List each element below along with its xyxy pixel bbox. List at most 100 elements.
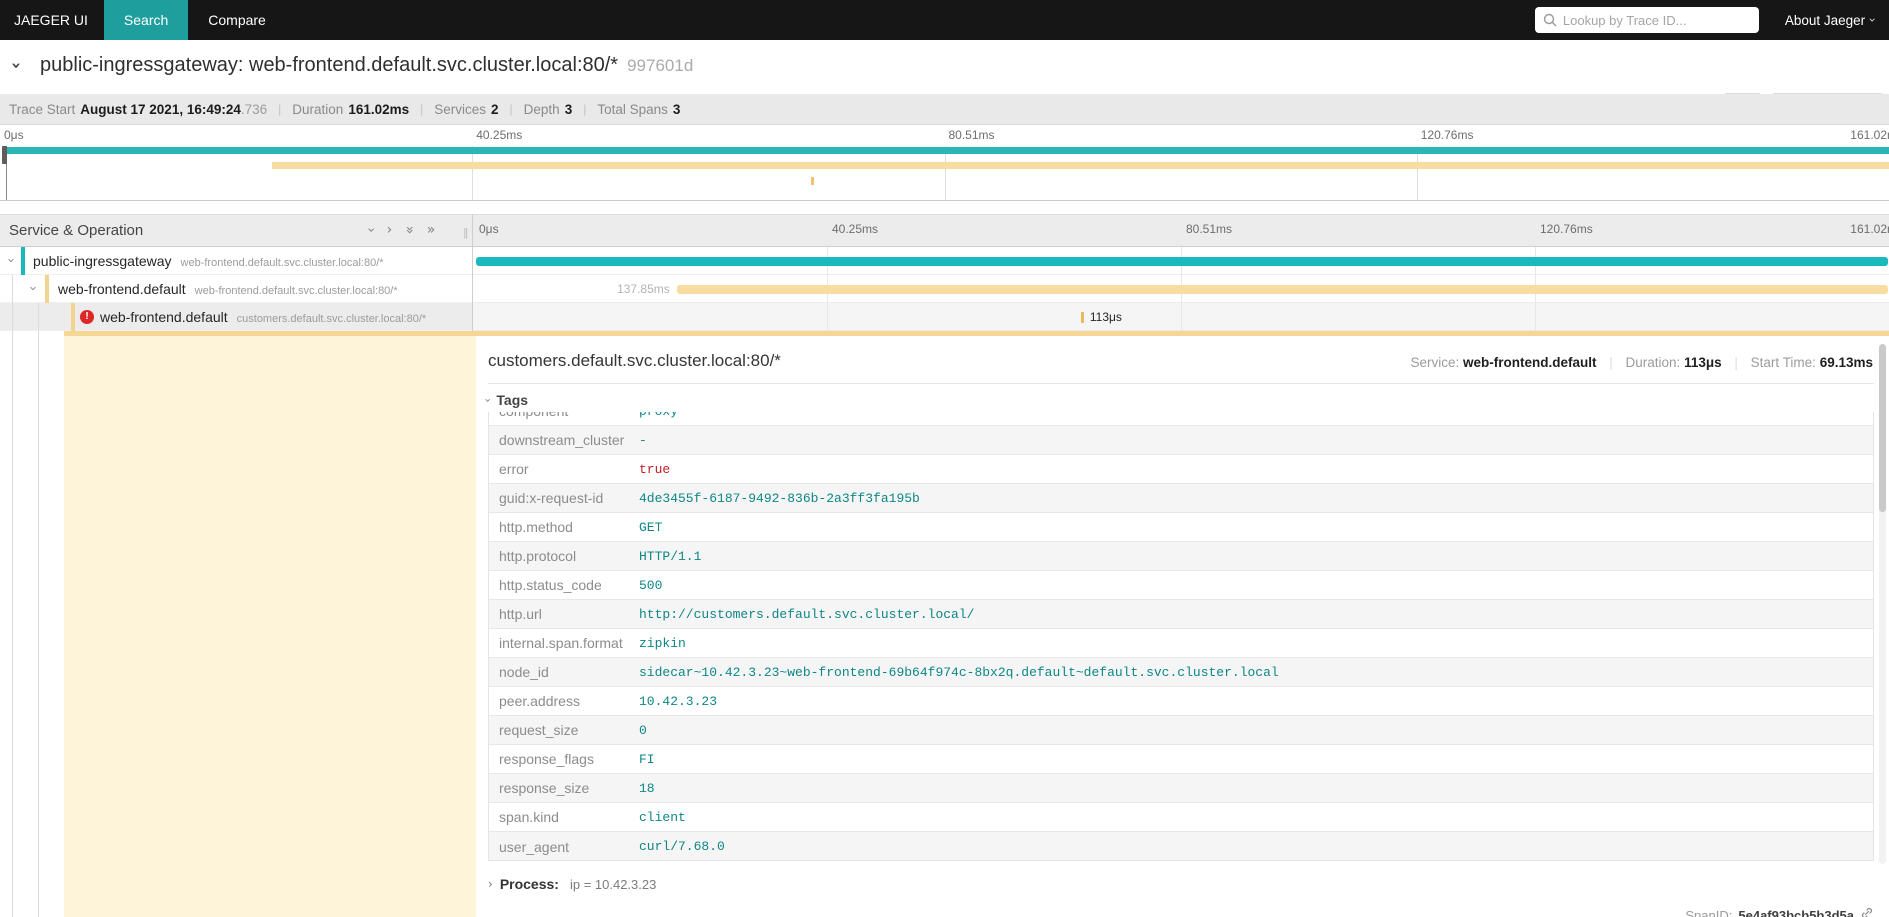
tag-value: client bbox=[639, 810, 686, 825]
tag-key: request_size bbox=[489, 722, 639, 738]
tag-value: - bbox=[639, 433, 647, 448]
span-row-web-frontend[interactable]: › web-frontend.defaultweb-frontend.defau… bbox=[0, 275, 1889, 303]
span-timeline-cell[interactable] bbox=[473, 247, 1889, 275]
tag-row: request_size0 bbox=[489, 716, 1873, 745]
span-row-web-frontend-customers[interactable]: ! web-frontend.defaultcustomers.default.… bbox=[0, 303, 1889, 331]
nav-tab-compare[interactable]: Compare bbox=[188, 0, 286, 40]
operation-name: web-frontend.default.svc.cluster.local:8… bbox=[195, 285, 398, 297]
span-bar[interactable] bbox=[677, 285, 1888, 294]
tag-row: span.kindclient bbox=[489, 803, 1873, 832]
services-value: 2 bbox=[491, 102, 499, 117]
tag-key: peer.address bbox=[489, 693, 639, 709]
tag-key: response_flags bbox=[489, 751, 639, 767]
start-time-value: 69.13ms bbox=[1820, 355, 1873, 370]
collapse-all-icon[interactable]: » bbox=[403, 226, 417, 235]
tick-label: 40.25ms bbox=[832, 222, 878, 236]
minimap-gridline bbox=[472, 146, 473, 200]
process-value: ip = 10.42.3.23 bbox=[570, 877, 656, 892]
tag-value: curl/7.68.0 bbox=[639, 839, 725, 854]
tick-label: 161.02ms bbox=[1850, 222, 1889, 236]
collapse-one-icon[interactable]: › bbox=[364, 227, 378, 233]
span-bar[interactable] bbox=[476, 257, 1888, 266]
tag-row: downstream_cluster- bbox=[489, 426, 1873, 455]
tag-row: response_flagsFI bbox=[489, 745, 1873, 774]
detail-scrollbar-thumb[interactable] bbox=[1879, 344, 1886, 512]
process-section-toggle[interactable]: › Process: ip = 10.42.3.23 bbox=[488, 876, 656, 892]
minimap-span-web-frontend bbox=[272, 162, 1889, 169]
minimap-scrubber-handle[interactable] bbox=[2, 146, 7, 164]
collapse-children-icon[interactable]: › bbox=[26, 286, 39, 291]
tag-row: componentproxy bbox=[489, 412, 1873, 426]
trace-title: public-ingressgateway: web-frontend.defa… bbox=[40, 54, 693, 77]
span-id-label: SpanID: bbox=[1685, 908, 1732, 917]
top-navbar: JAEGER UI Search Compare About Jaeger › bbox=[0, 0, 1889, 40]
tag-value: zipkin bbox=[639, 636, 686, 651]
trace-id: 997601d bbox=[627, 56, 693, 75]
error-icon: ! bbox=[80, 310, 94, 324]
minimap-gridline bbox=[945, 146, 946, 200]
tick-label: 161.02ms bbox=[1850, 128, 1889, 142]
detail-divider bbox=[488, 383, 1874, 384]
tag-key: internal.span.format bbox=[489, 635, 639, 651]
tag-key: http.status_code bbox=[489, 577, 639, 593]
expand-one-icon[interactable]: › bbox=[387, 223, 393, 237]
detail-scrollbar[interactable] bbox=[1879, 344, 1886, 864]
service-name: web-frontend.defaultcustomers.default.sv… bbox=[100, 309, 426, 325]
minimap-span-customers-call bbox=[811, 177, 814, 185]
trace-minimap[interactable]: 0μs 40.25ms 80.51ms 120.76ms 161.02ms bbox=[0, 125, 1889, 202]
search-icon bbox=[1543, 13, 1557, 32]
timeline-gridline bbox=[1535, 303, 1536, 330]
span-timeline-cell[interactable]: 113μs bbox=[473, 303, 1889, 331]
panel-resize-grip[interactable]: ‖ bbox=[463, 227, 469, 238]
tags-table-viewport[interactable]: componentproxy downstream_cluster- error… bbox=[488, 412, 1874, 861]
tag-value: GET bbox=[639, 520, 662, 535]
tag-value-error: true bbox=[639, 462, 670, 477]
operation-name: web-frontend.default.svc.cluster.local:8… bbox=[181, 257, 384, 269]
service-color-accent bbox=[71, 303, 75, 331]
jaeger-trace-page: JAEGER UI Search Compare About Jaeger › … bbox=[0, 0, 1889, 917]
collapse-children-icon[interactable]: › bbox=[4, 258, 17, 263]
tags-section-toggle[interactable]: › Tags bbox=[486, 392, 528, 408]
tree-indent-guide bbox=[12, 275, 13, 917]
expand-all-icon[interactable]: » bbox=[427, 223, 436, 237]
nav-tab-search[interactable]: Search bbox=[104, 0, 188, 40]
tag-key: guid:x-request-id bbox=[489, 490, 639, 506]
tag-key: http.url bbox=[489, 606, 639, 622]
separator: | bbox=[510, 102, 513, 116]
depth-label: Depth bbox=[524, 102, 560, 117]
span-detail-stats: Service: web-frontend.default | Duration… bbox=[1410, 355, 1873, 370]
span-bar[interactable] bbox=[1081, 312, 1084, 323]
trace-lookup-input[interactable] bbox=[1535, 7, 1759, 33]
span-duration-label: 113μs bbox=[1090, 310, 1122, 324]
tick-label: 80.51ms bbox=[1186, 222, 1232, 236]
tag-row: user_agentcurl/7.68.0 bbox=[489, 832, 1873, 861]
duration-label: Duration bbox=[292, 102, 343, 117]
tag-value: 18 bbox=[639, 781, 655, 796]
separator: | bbox=[278, 102, 281, 116]
minimap-canvas[interactable] bbox=[0, 146, 1889, 201]
span-timeline-cell[interactable]: 137.85ms bbox=[473, 275, 1889, 303]
tag-row: http.urlhttp://customers.default.svc.clu… bbox=[489, 600, 1873, 629]
span-tree-cell[interactable]: ! web-frontend.defaultcustomers.default.… bbox=[0, 303, 472, 331]
tag-key: node_id bbox=[489, 664, 639, 680]
duration-value: 113μs bbox=[1684, 355, 1722, 370]
about-jaeger-menu[interactable]: About Jaeger › bbox=[1785, 13, 1875, 28]
tag-key: downstream_cluster bbox=[489, 432, 639, 448]
link-icon[interactable] bbox=[1860, 906, 1874, 917]
span-detail-title: customers.default.svc.cluster.local:80/* bbox=[488, 351, 781, 371]
tag-key: http.method bbox=[489, 519, 639, 535]
tag-key: user_agent bbox=[489, 839, 639, 855]
total-spans-label: Total Spans bbox=[597, 102, 668, 117]
service-color-accent bbox=[21, 247, 25, 275]
tree-indent-guide bbox=[38, 303, 39, 917]
service-color-accent bbox=[45, 275, 49, 303]
span-tree-cell[interactable]: › public-ingressgatewayweb-frontend.defa… bbox=[0, 247, 472, 275]
tag-row: guid:x-request-id4de3455f-6187-9492-836b… bbox=[489, 484, 1873, 513]
span-tree-cell[interactable]: › web-frontend.defaultweb-frontend.defau… bbox=[0, 275, 472, 303]
tag-row: http.protocolHTTP/1.1 bbox=[489, 542, 1873, 571]
about-jaeger-label: About Jaeger bbox=[1785, 13, 1865, 28]
brand-jaeger-ui[interactable]: JAEGER UI bbox=[0, 0, 104, 40]
separator: | bbox=[1734, 355, 1738, 370]
span-row-public-ingressgateway[interactable]: › public-ingressgatewayweb-frontend.defa… bbox=[0, 247, 1889, 275]
collapse-trace-chevron-icon[interactable]: › bbox=[7, 62, 24, 69]
